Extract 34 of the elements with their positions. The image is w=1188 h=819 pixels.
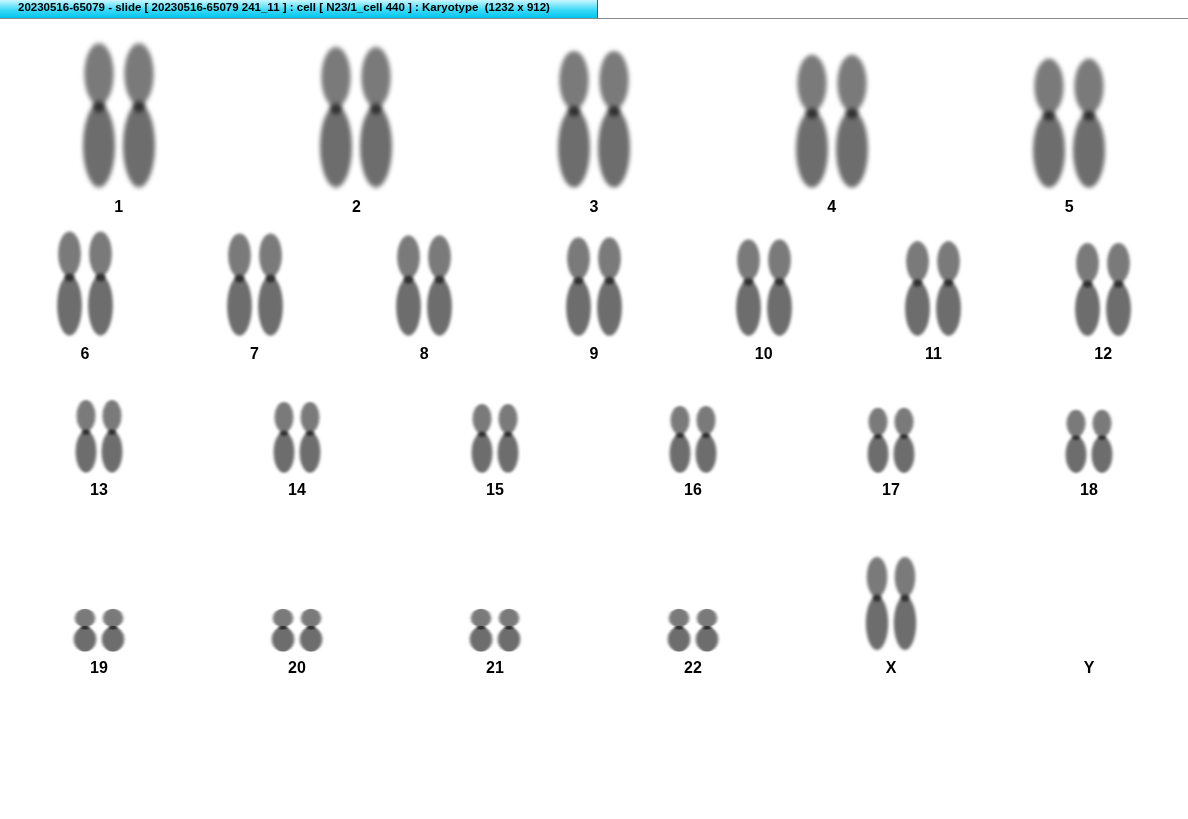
- chromosome-label: 8: [419, 345, 429, 363]
- chromosome-pair-drawing: [471, 403, 519, 473]
- chromosome-label: Y: [1083, 659, 1095, 677]
- chromosome-pair-drawing: [469, 608, 521, 652]
- chromosome-pair-drawing: [73, 608, 125, 652]
- chromosome-pair-drawing: [1065, 409, 1113, 473]
- chromosome-label: 5: [1064, 198, 1074, 216]
- chromosome-label: 21: [486, 659, 504, 677]
- chromosome-label: X: [885, 659, 897, 677]
- chromosome-label: 2: [351, 198, 361, 216]
- chromosome-label: 15: [486, 481, 504, 499]
- chromosome-label: 4: [827, 198, 837, 216]
- chromosome-pair-drawing: [867, 407, 915, 473]
- window-title[interactable]: 20230516-65079 - slide [ 20230516-65079 241_11 ] : cell [ N23/1_cell 440 ] : Karyotype (1232 x 912): [0, 0, 598, 18]
- chromosome-label: 1: [114, 198, 124, 216]
- chromosome-label: 20: [288, 659, 306, 677]
- chromosome-label: 14: [288, 481, 306, 499]
- chromosome-label: 6: [80, 345, 90, 363]
- chromosome-pair-drawing: [273, 402, 321, 473]
- chromosome-pair-drawing: [271, 608, 323, 652]
- chromosome-label: 16: [684, 481, 702, 499]
- chromosome-label: 18: [1080, 481, 1098, 499]
- chromosome-label: 11: [924, 345, 942, 363]
- chromosome-label: 3: [589, 198, 599, 216]
- chromosome-label: 22: [684, 659, 702, 677]
- chromosome-label: 7: [250, 345, 259, 363]
- chromosome-label: 17: [882, 481, 900, 499]
- chromosome-pair-drawing: [669, 405, 717, 473]
- chromosome-label: 10: [754, 345, 773, 363]
- chromosome-label: 9: [589, 345, 599, 363]
- chromosome-label: 12: [1094, 345, 1113, 363]
- chromosome-label: 19: [90, 659, 108, 677]
- chromosome-label: 13: [90, 481, 108, 499]
- chromosome-pair-drawing: [667, 608, 719, 652]
